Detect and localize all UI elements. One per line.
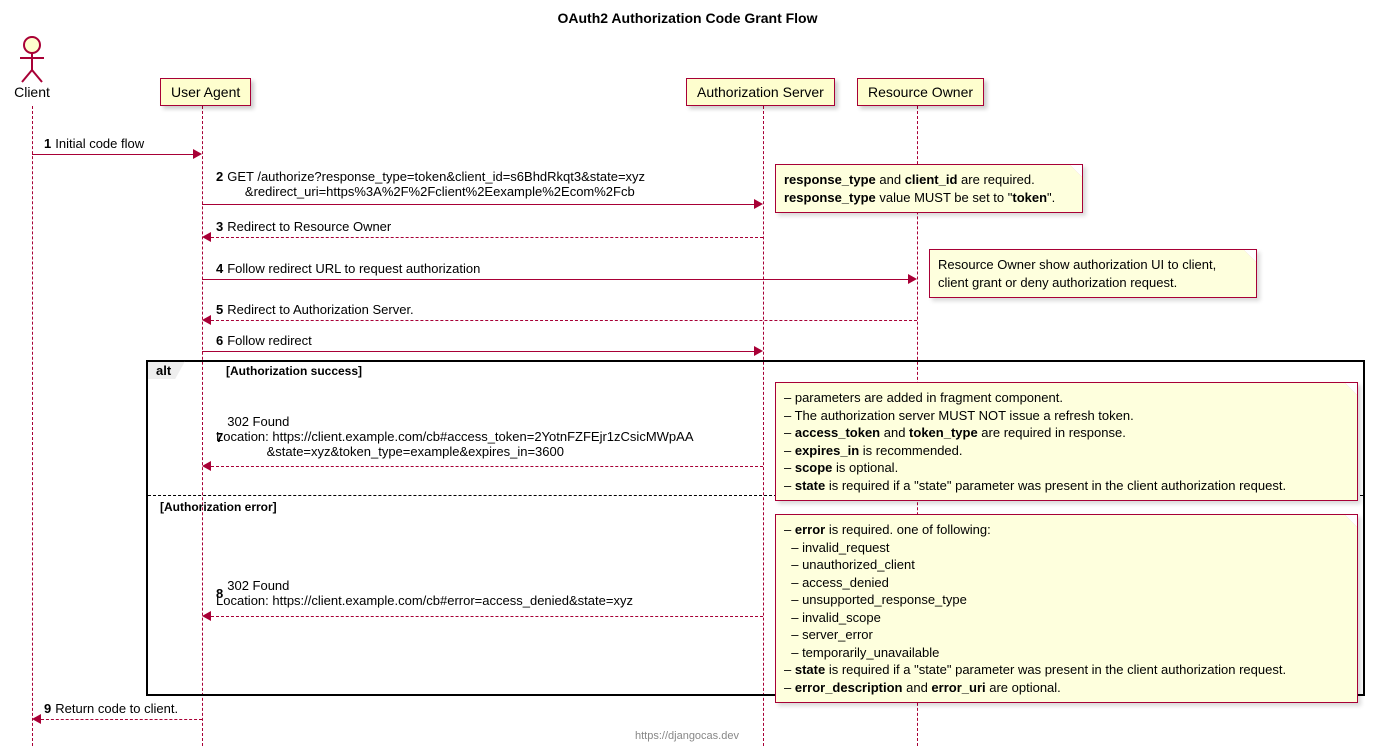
arrow-2-head (754, 199, 763, 209)
msg-5: 5 Redirect to Authorization Server. (216, 302, 414, 317)
msg-4: 4 Follow redirect URL to request authoriz… (216, 261, 480, 276)
alt-label: alt (147, 361, 185, 379)
footer-link: https://djangocas.dev (635, 730, 739, 742)
msg-1-text: Initial code flow (55, 136, 144, 151)
arrow-8 (211, 616, 763, 617)
arrow-6 (202, 351, 754, 352)
arrow-9-head (32, 714, 41, 724)
msg-6: 6 Follow redirect (216, 333, 312, 348)
msg-5-num: 5 (216, 302, 223, 317)
arrow-8-head (202, 611, 211, 621)
msg-3-text: Redirect to Resource Owner (227, 219, 391, 234)
msg-3: 3 Redirect to Resource Owner (216, 219, 391, 234)
msg-6-text: Follow redirect (227, 333, 312, 348)
participant-auth-server: Authorization Server (686, 78, 835, 106)
arrow-3 (211, 237, 763, 238)
msg-4-text: Follow redirect URL to request authoriza… (227, 261, 480, 276)
msg-8-text: 302 Found Location: https://client.examp… (216, 578, 633, 608)
msg-1-num: 1 (44, 136, 51, 151)
msg-2: 2GET /authorize?response_type=token&clie… (216, 169, 645, 199)
arrow-7 (211, 466, 763, 467)
diagram-title: OAuth2 Authorization Code Grant Flow (10, 10, 1365, 26)
arrow-5-head (202, 315, 211, 325)
participant-user-agent: User Agent (160, 78, 251, 106)
actor-client-label: Client (14, 84, 50, 100)
actor-icon (14, 36, 50, 84)
arrow-7-head (202, 461, 211, 471)
arrow-4 (202, 279, 908, 280)
msg-6-num: 6 (216, 333, 223, 348)
msg-8-num: 8 (216, 586, 223, 601)
note-4: Resource Owner show authorization UI to … (929, 249, 1257, 298)
arrow-1 (32, 154, 193, 155)
msg-7-num: 7 (216, 430, 223, 445)
arrow-4-head (908, 274, 917, 284)
arrow-3-head (202, 232, 211, 242)
msg-8: 8302 Found Location: https://client.exam… (216, 578, 633, 608)
msg-1: 1 Initial code flow (44, 136, 144, 151)
msg-5-text: Redirect to Authorization Server. (227, 302, 413, 317)
msg-9-text: Return code to client. (55, 701, 178, 716)
arrow-9 (41, 719, 202, 720)
msg-2-text: GET /authorize?response_type=token&clien… (216, 169, 645, 199)
msg-9-num: 9 (44, 701, 51, 716)
msg-9: 9 Return code to client. (44, 701, 178, 716)
actor-client: Client (14, 36, 50, 100)
lifeline-client (32, 106, 33, 746)
msg-3-num: 3 (216, 219, 223, 234)
sequence-diagram: Client User Agent Authorization Server R… (10, 36, 1365, 746)
participant-resource-owner: Resource Owner (857, 78, 984, 106)
arrow-6-head (754, 346, 763, 356)
arrow-1-head (193, 149, 202, 159)
alt-cond-success: [Authorization success] (226, 364, 362, 378)
msg-4-num: 4 (216, 261, 223, 276)
arrow-2 (202, 204, 754, 205)
arrow-5 (211, 320, 917, 321)
note-8: – error is required. one of following: –… (775, 514, 1358, 703)
alt-cond-error: [Authorization error] (160, 500, 277, 514)
note-2: response_type and client_id are required… (775, 164, 1083, 213)
msg-2-num: 2 (216, 169, 223, 184)
msg-7: 7302 Found Location: https://client.exam… (216, 414, 693, 459)
msg-7-text: 302 Found Location: https://client.examp… (216, 414, 693, 459)
note-7: – parameters are added in fragment compo… (775, 382, 1358, 501)
